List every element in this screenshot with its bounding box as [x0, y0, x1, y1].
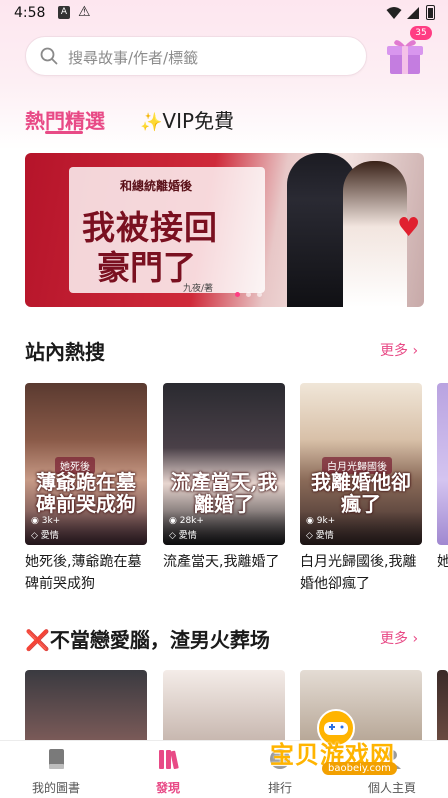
book-card[interactable]: 白月光歸國後 我離婚他卻瘋了 ◉ 9k+ ◇ 愛情 白月光歸國後,我離婚他卻瘋了 [300, 383, 422, 595]
book-card[interactable]: 她 [437, 383, 448, 573]
book-cover[interactable] [437, 670, 448, 740]
cover-title: 薄爺跪在墓碑前哭成狗 [36, 470, 136, 516]
tab-hot-picks[interactable]: 熱門精選 [25, 105, 105, 134]
banner-dot[interactable] [235, 292, 240, 297]
book-cover: 她死後 薄爺跪在墓碑前哭成狗 ◉ 3k+ ◇ 愛情 [25, 383, 147, 545]
book-cover [437, 383, 448, 545]
gift-button[interactable]: 35 [382, 26, 432, 78]
watermark-url: baobeiy.com [322, 762, 397, 775]
book-title: 白月光歸國後,我離婚他卻瘋了 [300, 554, 417, 592]
nav-label: 我的圖書 [31, 781, 80, 795]
banner-title-line2: 豪門了 [97, 248, 196, 287]
section-title-scumbag: ❌不當戀愛腦，渣男火葬场 [25, 624, 270, 653]
book-cover: 白月光歸國後 我離婚他卻瘋了 ◉ 9k+ ◇ 愛情 [300, 383, 422, 545]
view-count-value: 3k+ [41, 516, 61, 526]
book-cover: 流產當天,我離婚了 ◉ 28k+ ◇ 愛情 [163, 383, 285, 545]
view-count: ◉ 9k+ [306, 516, 336, 526]
cover-meta: ◉ 3k+ ◇ 愛情 [25, 511, 147, 545]
battery-icon [426, 5, 435, 20]
gift-icon [387, 40, 423, 74]
view-count: ◉ 3k+ [31, 516, 61, 526]
more-label: 更多 [380, 343, 408, 359]
heart-icon: ♥ [397, 213, 421, 243]
cover-meta: ◉ 28k+ ◇ 愛情 [163, 511, 285, 545]
search-input[interactable]: 搜尋故事/作者/標籤 [25, 36, 367, 76]
book-icon [49, 749, 64, 769]
genre-tag-label: 愛情 [178, 531, 197, 541]
tab-vip-label: VIP免費 [162, 109, 235, 133]
book-cover[interactable] [25, 670, 147, 740]
banner-dot[interactable] [246, 292, 251, 297]
banner-pagination [235, 292, 265, 298]
tab-active-indicator [45, 131, 83, 134]
wifi-icon [386, 7, 402, 19]
view-count-value: 9k+ [316, 516, 336, 526]
more-button-scumbag[interactable]: 更多 › [380, 628, 418, 648]
nav-label: 發現 [155, 781, 180, 795]
book-title: 她 [437, 554, 448, 570]
warning-icon: ⚠ [78, 4, 91, 20]
cover-meta: ◉ 9k+ ◇ 愛情 [300, 511, 422, 545]
sparkle-icon: ✨ [140, 112, 163, 133]
book-title: 她死後,薄爺跪在墓碑前哭成狗 [25, 554, 142, 592]
more-button-hot-search[interactable]: 更多 › [380, 340, 418, 360]
notification-app-icon: A [58, 6, 70, 19]
nav-label: 排行 [267, 781, 292, 795]
banner-dot[interactable] [257, 292, 262, 297]
book-card[interactable]: 她死後 薄爺跪在墓碑前哭成狗 ◉ 3k+ ◇ 愛情 她死後,薄爺跪在墓碑前哭成狗 [25, 383, 147, 595]
section-title-hot-search: 站內熱搜 [25, 340, 105, 364]
book-card[interactable]: 流產當天,我離婚了 ◉ 28k+ ◇ 愛情 流產當天,我離婚了 [163, 383, 285, 573]
genre-tag: ◇ 愛情 [306, 531, 334, 541]
status-time: 4:58 [14, 5, 46, 21]
banner-author: 九夜/著 [183, 284, 214, 294]
nav-label: 個人主頁 [367, 781, 416, 795]
cover-title: 流產當天,我離婚了 [170, 470, 278, 516]
more-label: 更多 [380, 631, 408, 647]
cover-title: 我離婚他卻瘋了 [311, 470, 411, 516]
gift-badge: 35 [410, 26, 432, 40]
signal-icon [407, 7, 419, 19]
banner-subtitle: 和總統離婚後 [120, 179, 193, 193]
status-bar: 4:58 A ⚠ [0, 0, 448, 28]
section-title-text: 不當戀愛腦，渣男火葬场 [49, 628, 270, 652]
book-cover[interactable] [163, 670, 285, 740]
chevron-right-icon: › [412, 343, 419, 359]
tab-vip-free[interactable]: ✨VIP免費 [140, 105, 234, 134]
nav-discover[interactable]: 發現 [112, 741, 224, 798]
promo-banner[interactable]: 和總統離婚後 我被接回 豪門了 九夜/著 ♥ [25, 153, 424, 307]
genre-tag: ◇ 愛情 [169, 531, 197, 541]
view-count-value: 28k+ [179, 516, 204, 526]
search-icon [40, 47, 58, 65]
book-title: 流產當天,我離婚了 [163, 554, 280, 570]
discover-icon [159, 750, 179, 770]
genre-tag: ◇ 愛情 [31, 531, 59, 541]
cross-mark-icon: ❌ [25, 628, 50, 652]
genre-tag-label: 愛情 [315, 531, 334, 541]
nav-my-books[interactable]: 我的圖書 [0, 741, 112, 798]
genre-tag-label: 愛情 [40, 531, 59, 541]
chevron-right-icon: › [412, 631, 419, 647]
view-count: ◉ 28k+ [169, 516, 204, 526]
search-placeholder: 搜尋故事/作者/標籤 [68, 49, 199, 67]
